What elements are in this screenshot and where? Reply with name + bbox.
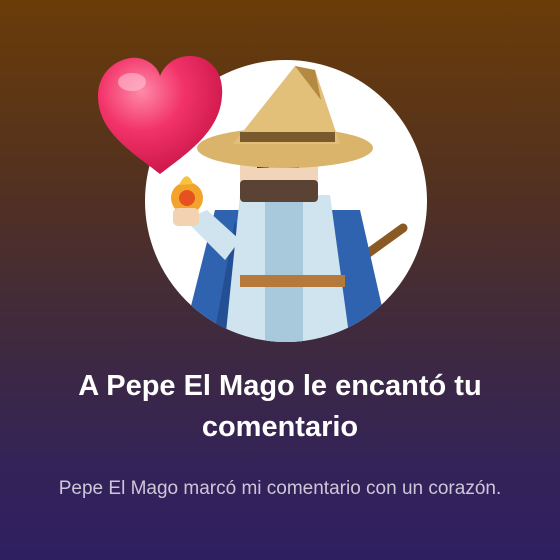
heart-icon (98, 56, 223, 174)
notification-title: A Pepe El Mago le encantó tu comentario (78, 370, 482, 443)
heart-reaction (92, 52, 228, 180)
notification-screen: A Pepe El Mago le encantó tu comentario … (0, 0, 560, 560)
notification-subtitle: Pepe El Mago marcó mi comentario con un … (58, 478, 502, 499)
